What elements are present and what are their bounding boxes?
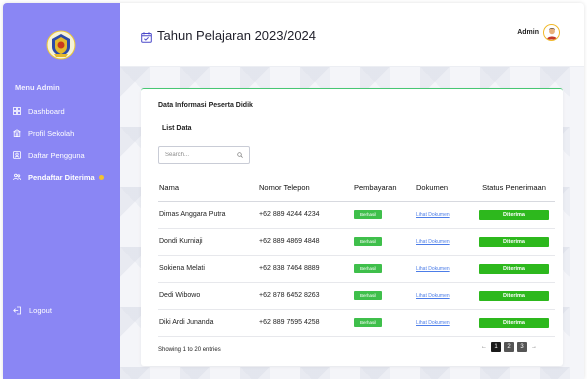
status-badge: Diterima <box>479 236 549 247</box>
sidebar-item-pendaftar-diterima[interactable]: Pendaftar Diterima <box>13 166 117 188</box>
cell-telepon: +62 889 4244 4234 <box>259 201 354 229</box>
column-header-pembayaran: Pembayaran <box>354 175 416 202</box>
cell-telepon: +62 889 7595 4258 <box>259 309 354 337</box>
avatar[interactable] <box>543 24 560 41</box>
logout-icon <box>13 306 22 315</box>
sidebar-item-daftar-pengguna[interactable]: Daftar Pengguna <box>13 144 117 166</box>
school-logo-icon <box>46 30 76 60</box>
column-header-nama: Nama <box>158 175 259 202</box>
table-row: Diki Ardi Junanda +62 889 7595 4258 Berh… <box>158 309 555 337</box>
sidebar-item-label: Dashboard <box>28 106 65 116</box>
table-row: Dondi Kurniaji +62 889 4869 4848 Berhasi… <box>158 228 555 256</box>
calendar-check-icon <box>141 30 152 43</box>
sidebar: Menu Admin Dashboard Profil Sekolah Daft… <box>3 3 120 379</box>
sidebar-item-dashboard[interactable]: Dashboard <box>13 100 117 122</box>
table-row: Sokiena Melati +62 838 7464 8889 Berhasi… <box>158 255 555 283</box>
data-card: Data Informasi Peserta Didik List Data N… <box>141 88 563 366</box>
payment-badge: Berhasil <box>354 318 383 327</box>
sidebar-item-label: Daftar Pengguna <box>28 150 85 160</box>
view-document-link[interactable]: Lihat Dokumen <box>416 266 450 272</box>
view-document-link[interactable]: Lihat Dokumen <box>416 293 450 299</box>
cell-nama: Dondi Kurniaji <box>158 228 259 256</box>
payment-badge: Berhasil <box>354 237 383 246</box>
card-title: Data Informasi Peserta Didik <box>158 102 253 109</box>
cell-telepon: +62 889 4869 4848 <box>259 228 354 256</box>
list-title: List Data <box>162 125 192 132</box>
search-box <box>158 146 250 164</box>
cell-nama: Dimas Anggara Putra <box>158 201 259 229</box>
table-row: Dimas Anggara Putra +62 889 4244 4234 Be… <box>158 201 555 229</box>
table-row: Dedi Wibowo +62 878 6452 8263 Berhasil L… <box>158 282 555 310</box>
cell-nama: Dedi Wibowo <box>158 282 259 310</box>
payment-badge: Berhasil <box>354 291 383 300</box>
cell-nama: Diki Ardi Junanda <box>158 309 259 337</box>
logout-label: Logout <box>29 306 52 315</box>
column-header-dokumen: Dokumen <box>416 175 473 202</box>
view-document-link[interactable]: Lihat Dokumen <box>416 320 450 326</box>
search-input[interactable] <box>165 152 235 158</box>
cell-nama: Sokiena Melati <box>158 255 259 283</box>
grid-icon <box>13 107 21 115</box>
page-button-1[interactable]: 1 <box>491 342 501 352</box>
data-table: Nama Nomor Telepon Pembayaran Dokumen St… <box>158 175 555 337</box>
payment-badge: Berhasil <box>354 264 383 273</box>
view-document-link[interactable]: Lihat Dokumen <box>416 239 450 245</box>
main-content: Tahun Pelajaran 2023/2024 Admin Data Inf… <box>120 3 584 379</box>
pagination: ← 1 2 3 → <box>480 342 538 352</box>
next-page-button[interactable]: → <box>530 344 538 350</box>
school-icon <box>13 129 21 137</box>
payment-badge: Berhasil <box>354 210 383 219</box>
status-badge: Diterima <box>479 263 549 274</box>
view-document-link[interactable]: Lihat Dokumen <box>416 212 450 218</box>
sidebar-item-label: Pendaftar Diterima <box>28 172 95 182</box>
page-title: Tahun Pelajaran 2023/2024 <box>157 28 317 43</box>
sidebar-item-label: Profil Sekolah <box>28 128 75 138</box>
users-icon <box>13 173 21 181</box>
column-header-telepon: Nomor Telepon <box>259 175 354 202</box>
topbar: Tahun Pelajaran 2023/2024 Admin <box>120 3 584 67</box>
menu-title: Menu Admin <box>15 83 60 92</box>
active-indicator <box>98 174 104 180</box>
logout-button[interactable]: Logout <box>13 306 52 315</box>
cell-telepon: +62 838 7464 8889 <box>259 255 354 283</box>
app-window: Menu Admin Dashboard Profil Sekolah Daft… <box>3 3 584 379</box>
user-card-icon <box>13 151 21 159</box>
sidebar-menu: Dashboard Profil Sekolah Daftar Pengguna… <box>13 100 117 188</box>
status-badge: Diterima <box>479 317 549 328</box>
table-header-row: Nama Nomor Telepon Pembayaran Dokumen St… <box>158 175 555 202</box>
column-header-status: Status Penerimaan <box>473 175 555 202</box>
page-button-3[interactable]: 3 <box>517 342 527 352</box>
status-badge: Diterima <box>479 290 549 301</box>
status-badge: Diterima <box>479 209 549 220</box>
page-button-2[interactable]: 2 <box>504 342 514 352</box>
search-icon[interactable] <box>237 152 243 158</box>
user-name: Admin <box>517 29 539 36</box>
sidebar-item-profil-sekolah[interactable]: Profil Sekolah <box>13 122 117 144</box>
prev-page-button[interactable]: ← <box>480 344 488 350</box>
cell-telepon: +62 878 6452 8263 <box>259 282 354 310</box>
entries-info: Showing 1 to 20 entries <box>158 347 221 353</box>
user-menu[interactable]: Admin <box>517 24 560 41</box>
